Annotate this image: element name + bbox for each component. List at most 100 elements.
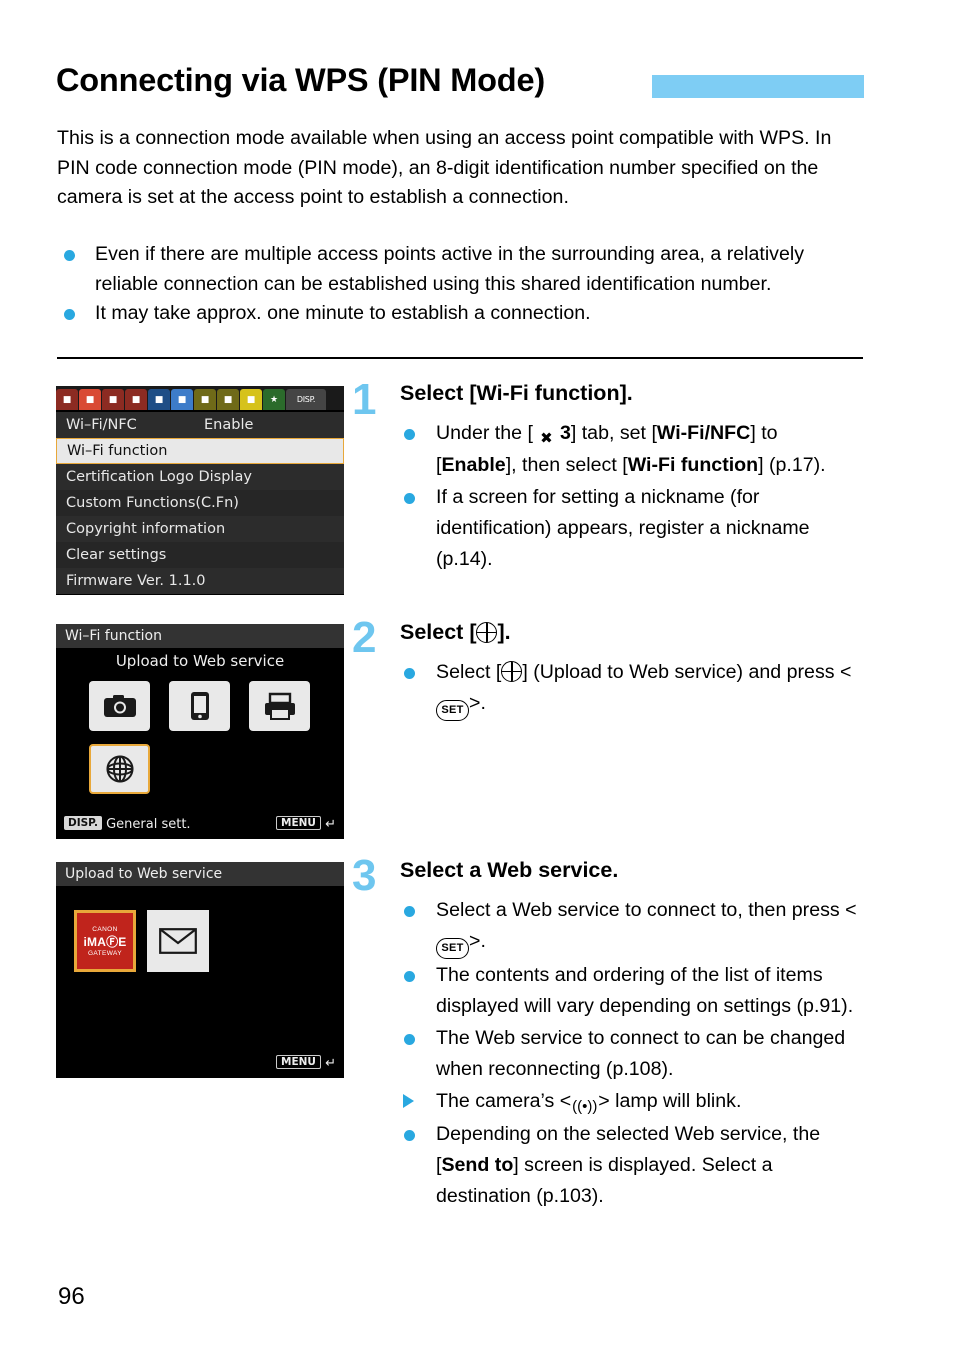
list-item-text: Even if there are multiple access points… <box>95 243 805 295</box>
email-tile[interactable] <box>147 910 209 972</box>
intro-bullet-list: Even if there are multiple access points… <box>57 240 869 329</box>
bullet-dot-icon <box>64 309 75 320</box>
step-line-text: The camera’s <((•))> lamp will blink. <box>436 1090 742 1115</box>
back-arrow-icon: ↵ <box>325 817 336 832</box>
list-item: It may take approx. one minute to establ… <box>57 299 869 329</box>
step-line-text: The contents and ordering of the list of… <box>436 964 854 1017</box>
bullet-dot-icon <box>64 250 75 261</box>
triangle-bullet-icon <box>403 1094 414 1108</box>
menu-tab-5[interactable]: ■ <box>148 389 170 410</box>
bullet-dot-icon <box>404 493 415 504</box>
step-body-3: Select a Web service to connect to, then… <box>400 895 862 1213</box>
footer-disp-group[interactable]: DISP. General sett. <box>64 816 191 832</box>
menu-tab-10[interactable]: ★ <box>263 389 285 410</box>
back-arrow-icon: ↵ <box>325 1056 336 1071</box>
menu-item-5[interactable]: Copyright information <box>56 516 344 542</box>
step-number-1: 1 <box>352 375 377 424</box>
bullet-dot-icon <box>404 1034 415 1045</box>
menu-tab-label: ■ <box>246 394 256 405</box>
camera-icon <box>103 695 136 717</box>
menu-tab-label: ★ <box>269 394 279 405</box>
screen-footer: MENU ↵ <box>56 1055 344 1075</box>
screen-header: Upload to Web service <box>56 862 344 886</box>
menu-item-label: Wi–Fi/NFC <box>66 416 137 433</box>
divider <box>57 357 863 359</box>
menu-item-6[interactable]: Clear settings <box>56 542 344 568</box>
menu-tab-2[interactable]: ■ <box>79 389 101 410</box>
step-line: The camera’s <((•))> lamp will blink. <box>400 1086 862 1118</box>
screen-header: Wi–Fi function <box>56 624 344 648</box>
page-title-row: Connecting via WPS (PIN Mode) <box>56 62 886 110</box>
step-line: The Web service to connect to can be cha… <box>400 1023 862 1085</box>
menu-tab-11[interactable]: DISP. <box>286 389 326 410</box>
page-number: 96 <box>58 1283 85 1310</box>
bullet-dot-icon <box>404 906 415 917</box>
footer-menu-group[interactable]: MENU ↵ <box>276 816 336 832</box>
step-line-text: Select [] (Upload to Web service) and pr… <box>436 661 851 721</box>
menu-tab-label: ■ <box>62 394 72 405</box>
menu-item-label: Firmware Ver. 1.1.0 <box>66 572 206 589</box>
menu-tab-label: ■ <box>108 394 118 405</box>
document-page: Connecting via WPS (PIN Mode) This is a … <box>0 0 954 1345</box>
printer-icon <box>264 692 295 720</box>
menu-chip: MENU <box>276 1055 321 1069</box>
menu-tab-bar[interactable]: ■ ■ ■ ■ ■ ■ ■ ■ ■ ★ DISP. <box>56 386 344 410</box>
menu-item-7[interactable]: Firmware Ver. 1.1.0 <box>56 568 344 594</box>
web-service-icon-cell[interactable] <box>89 744 150 794</box>
menu-tab-6[interactable]: ■ <box>171 389 193 410</box>
step-heading-2: Select []. <box>400 620 511 644</box>
step-line: Under the [✖ 3] tab, set [Wi-Fi/NFC] to [… <box>400 418 862 481</box>
menu-item-2[interactable]: Wi–Fi function <box>56 438 344 464</box>
step-line: Select a Web service to connect to, then… <box>400 895 862 959</box>
footer-menu-group[interactable]: MENU ↵ <box>276 1055 336 1071</box>
list-item-text: It may take approx. one minute to establ… <box>95 302 591 324</box>
menu-tab-label: ■ <box>85 394 95 405</box>
menu-tab-label: DISP. <box>296 395 316 404</box>
menu-chip: MENU <box>276 816 321 830</box>
menu-item-label: Certification Logo Display <box>66 468 252 485</box>
step-line: If a screen for setting a nickname (for … <box>400 482 862 575</box>
screen-footer: DISP. General sett. MENU ↵ <box>56 816 344 836</box>
menu-tab-label: ■ <box>200 394 210 405</box>
menu-tab-8[interactable]: ■ <box>217 389 239 410</box>
menu-item-label: Clear settings <box>66 546 167 563</box>
step-line-text: The Web service to connect to can be cha… <box>436 1027 846 1080</box>
title-accent-bar <box>652 75 864 98</box>
menu-item-label: Custom Functions(C.Fn) <box>66 494 239 511</box>
camera-icon-cell[interactable] <box>89 681 150 731</box>
menu-item-label: Copyright information <box>66 520 226 537</box>
step-body-1: Under the [✖ 3] tab, set [Wi-Fi/NFC] to [… <box>400 418 862 576</box>
camera-screen-menu: ■ ■ ■ ■ ■ ■ ■ ■ ■ ★ DISP. Wi–Fi/NFC Enable Wi–Fi fun… <box>56 386 344 595</box>
menu-tab-7[interactable]: ■ <box>194 389 216 410</box>
menu-item-value: Enable <box>204 416 254 433</box>
step-heading-3: Select a Web service. <box>400 858 619 882</box>
bullet-dot-icon <box>404 429 415 440</box>
menu-item-1[interactable]: Wi–Fi/NFC Enable <box>56 412 344 438</box>
step-line-text: Depending on the selected Web service, t… <box>436 1123 821 1207</box>
menu-item-3[interactable]: Certification Logo Display <box>56 464 344 490</box>
step-heading-2-text: Select [ <box>400 620 477 644</box>
smartphone-icon-cell[interactable] <box>169 681 230 731</box>
menu-tab-9[interactable]: ■ <box>240 389 262 410</box>
intro-paragraph: This is a connection mode available when… <box>57 127 832 208</box>
footer-left-label: General sett. <box>106 817 191 832</box>
menu-item-4[interactable]: Custom Functions(C.Fn) <box>56 490 344 516</box>
menu-tab-3[interactable]: ■ <box>102 389 124 410</box>
menu-tab-label: ■ <box>154 394 164 405</box>
menu-item-label: Wi–Fi function <box>67 442 168 459</box>
printer-icon-cell[interactable] <box>249 681 310 731</box>
globe-icon <box>106 755 133 783</box>
menu-tab-label: ■ <box>177 394 187 405</box>
menu-tab-4[interactable]: ■ <box>125 389 147 410</box>
list-item: Even if there are multiple access points… <box>57 240 869 299</box>
step-line-text: Under the [✖ 3] tab, set [Wi-Fi/NFC] to [… <box>436 422 826 476</box>
step-line-text: Select a Web service to connect to, then… <box>436 899 857 959</box>
bullet-dot-icon <box>404 1130 415 1141</box>
cig-line3: GATEWAY <box>87 949 123 957</box>
step-heading-1: Select [Wi-Fi function]. <box>400 381 633 405</box>
cig-line2: iMAⒻE <box>83 934 127 949</box>
menu-tab-1[interactable]: ■ <box>56 389 78 410</box>
page-title: Connecting via WPS (PIN Mode) <box>56 62 545 98</box>
canon-image-gateway-tile[interactable]: CANON iMAⒻE GATEWAY <box>74 910 136 972</box>
step-line: The contents and ordering of the list of… <box>400 960 862 1022</box>
